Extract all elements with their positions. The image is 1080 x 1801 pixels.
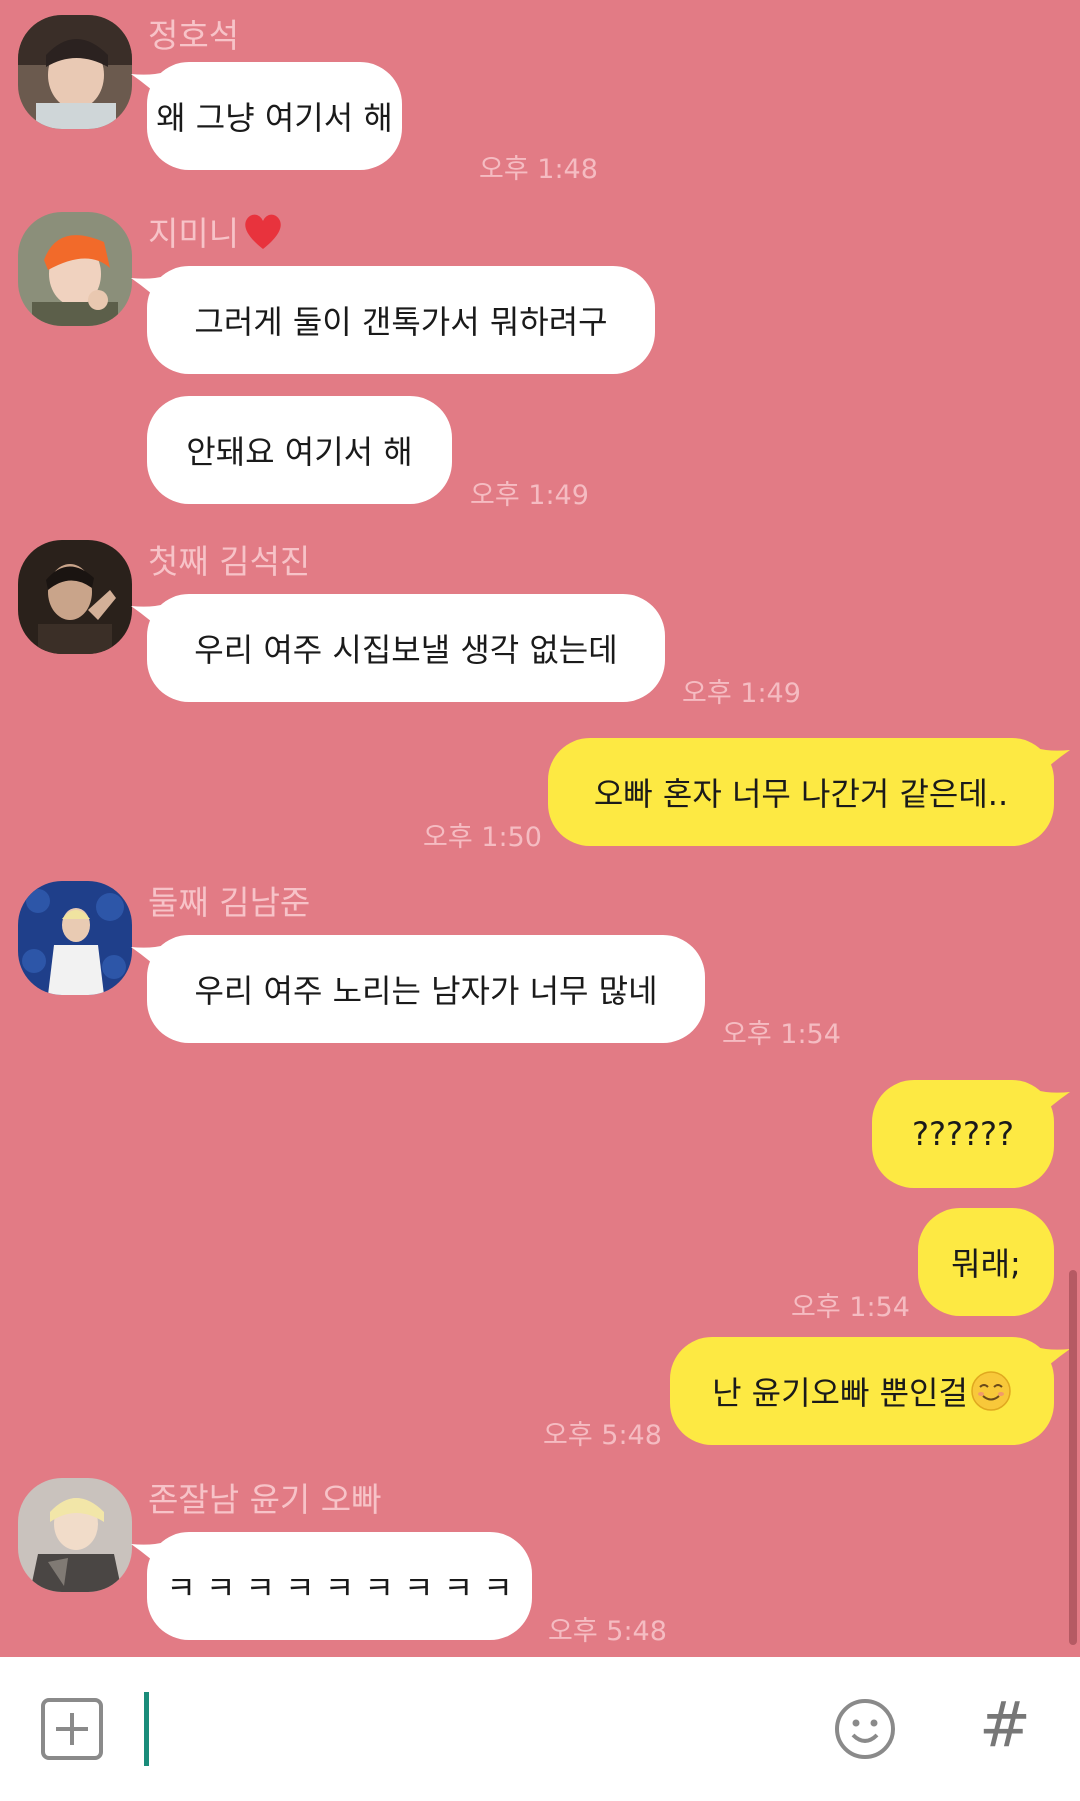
incoming-message-bubble[interactable]: 그러게 둘이 갠톡가서 뭐하려구: [131, 266, 655, 374]
outgoing-message-bubble[interactable]: 오빠 혼자 너무 나간거 같은데..: [548, 738, 1070, 846]
message-text: 우리 여주 노리는 남자가 너무 많네: [194, 972, 658, 1010]
bubble-tail-icon: [131, 72, 165, 102]
message-time: 오후 1:49: [470, 480, 589, 511]
sender-name: 정호석: [148, 16, 240, 55]
message-text: ㅋ ㅋ ㅋ ㅋ ㅋ ㅋ ㅋ ㅋ ㅋ: [166, 1569, 513, 1607]
avatar-min-yoongi[interactable]: [18, 1478, 132, 1592]
bubble-tail-icon: [1036, 748, 1070, 778]
plus-box-icon[interactable]: [40, 1697, 104, 1761]
outgoing-message-bubble[interactable]: 뭐래;: [918, 1208, 1054, 1316]
sender-name: 둘째 김남준: [148, 883, 311, 922]
message-text: 그러게 둘이 갠톡가서 뭐하려구: [194, 303, 608, 341]
heart-icon: [245, 214, 281, 249]
outgoing-message-bubble[interactable]: 난 윤기오빠 뿐인걸: [670, 1337, 1070, 1445]
message-time: 오후 1:49: [682, 678, 801, 709]
sender-name: 존잘남 윤기 오빠: [148, 1480, 382, 1519]
message-text: 뭐래;: [951, 1245, 1021, 1283]
message-time: 오후 1:54: [791, 1292, 910, 1323]
message-input-field[interactable]: [144, 1692, 149, 1766]
smiling-face-emoji-icon: [971, 1371, 1011, 1411]
incoming-message-bubble[interactable]: 우리 여주 시집보낼 생각 없는데: [131, 594, 665, 702]
message-time: 오후 5:48: [543, 1420, 662, 1451]
incoming-message-bubble[interactable]: 우리 여주 노리는 남자가 너무 많네: [131, 935, 705, 1043]
message-text: 안돼요 여기서 해: [186, 433, 413, 471]
incoming-message-bubble[interactable]: 안돼요 여기서 해: [147, 396, 452, 504]
message-time: 오후 5:48: [548, 1616, 667, 1647]
chat-area[interactable]: 정호석 왜 그냥 여기서 해 오후 1:48 지미니 그러게 둘이 갠톡가서 뭐…: [0, 0, 1080, 1657]
message-text: 난 윤기오빠 뿐인걸: [712, 1374, 968, 1412]
message-time: 오후 1:50: [423, 822, 542, 853]
avatar-jung-hoseok[interactable]: [18, 15, 132, 129]
outgoing-message-bubble[interactable]: ??????: [872, 1080, 1070, 1188]
message-input-bar: [0, 1657, 1080, 1801]
chat-scrollbar[interactable]: [1069, 1270, 1077, 1645]
incoming-message-bubble[interactable]: 왜 그냥 여기서 해: [131, 62, 402, 170]
bubble-tail-icon: [131, 276, 165, 306]
bubble-tail-icon: [1036, 1347, 1070, 1377]
message-text: ??????: [912, 1115, 1014, 1153]
sender-name: 지미니: [148, 209, 285, 256]
incoming-message-bubble[interactable]: ㅋ ㅋ ㅋ ㅋ ㅋ ㅋ ㅋ ㅋ ㅋ: [131, 1532, 532, 1640]
message-time: 오후 1:54: [722, 1019, 841, 1050]
message-time: 오후 1:48: [479, 154, 598, 185]
avatar-jimini[interactable]: [18, 212, 132, 326]
bubble-tail-icon: [1036, 1090, 1070, 1120]
avatar-kim-namjoon[interactable]: [18, 881, 132, 995]
message-text: 우리 여주 시집보낼 생각 없는데: [194, 631, 618, 669]
sender-name: 첫째 김석진: [148, 542, 311, 581]
bubble-tail-icon: [131, 604, 165, 634]
message-text: 왜 그냥 여기서 해: [156, 99, 393, 137]
bubble-tail-icon: [131, 1542, 165, 1572]
message-text: 오빠 혼자 너무 나간거 같은데..: [593, 775, 1009, 813]
avatar-kim-seokjin[interactable]: [18, 540, 132, 654]
hashtag-button[interactable]: #: [975, 1688, 1035, 1762]
smiley-face-icon[interactable]: [833, 1697, 897, 1761]
bubble-tail-icon: [131, 945, 165, 975]
